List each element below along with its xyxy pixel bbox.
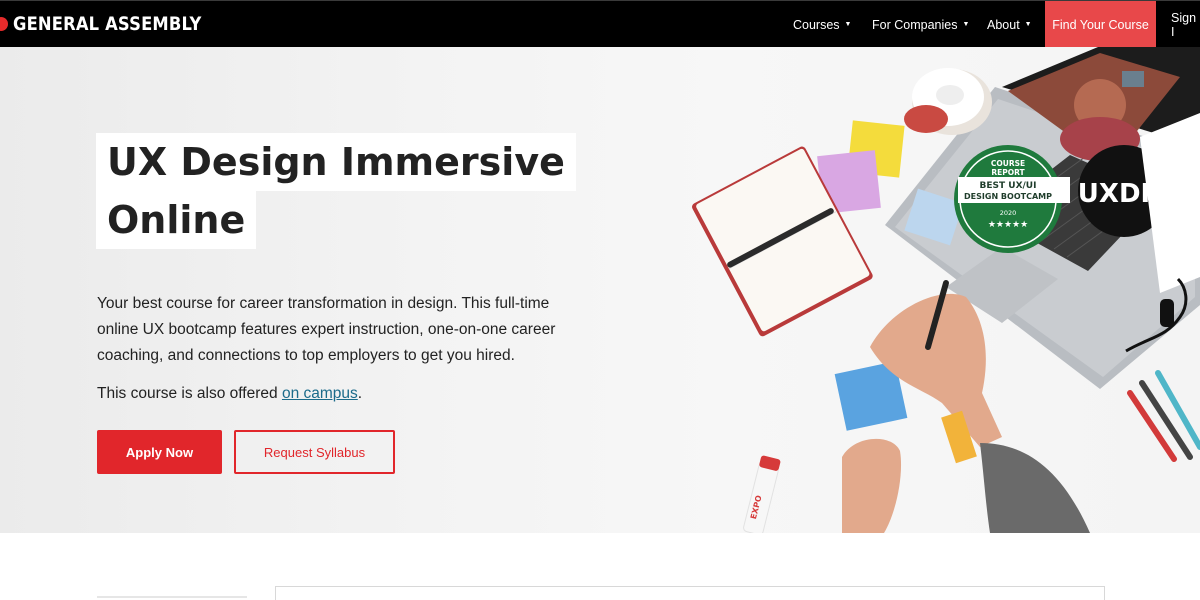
caret-down-icon: ▼ — [1024, 21, 1032, 28]
logo[interactable]: GENERAL ASSEMBLY — [0, 13, 232, 35]
on-campus-link[interactable]: on campus — [282, 385, 358, 402]
badge-top2-text: REPORT — [991, 168, 1025, 177]
content-card — [275, 586, 1105, 600]
top-navbar: GENERAL ASSEMBLY Courses ▼ For Companies ▼… — [0, 0, 1200, 48]
logo-text: GENERAL ASSEMBLY — [13, 13, 202, 35]
earphone-remote — [1160, 299, 1174, 327]
nav-item-label: Courses — [793, 17, 840, 32]
apply-now-button[interactable]: Apply Now — [97, 430, 222, 474]
caret-down-icon: ▼ — [844, 21, 852, 28]
hero-description: Your best course for career transformati… — [97, 295, 556, 364]
nav-item-about[interactable]: About ▼ — [987, 1, 1032, 48]
campus-note: This course is also offered on campus. — [97, 385, 362, 403]
hero-desk-image: COURSE REPORT BEST UX/UI DESIGN BOOTCAMP… — [692, 47, 1200, 533]
badge-ribbon-line2: DESIGN BOOTCAMP — [964, 192, 1052, 201]
hero-title-line2: Online — [96, 191, 257, 249]
badge-top-text: COURSE — [991, 159, 1025, 168]
coffee-cup-illustration — [904, 68, 992, 135]
nav-item-for-companies[interactable]: For Companies ▼ — [872, 1, 969, 48]
find-your-course-button[interactable]: Find Your Course — [1045, 1, 1156, 48]
campus-prefix: This course is also offered — [97, 385, 282, 402]
section-divider — [97, 596, 247, 598]
campus-suffix: . — [357, 385, 363, 402]
hero-title-line1: UX Design Immersive — [96, 133, 576, 191]
sign-in-link[interactable]: Sign I — [1171, 1, 1200, 48]
nav-item-label: For Companies — [872, 17, 958, 32]
marker-illustration: EXPO — [743, 455, 781, 533]
hero-section: COURSE REPORT BEST UX/UI DESIGN BOOTCAMP… — [0, 47, 1200, 533]
logo-mark-icon — [0, 17, 8, 31]
caret-down-icon: ▼ — [962, 21, 970, 28]
badge-stars-text: ★★★★★ — [988, 220, 1028, 230]
nav-item-label: About — [987, 17, 1020, 32]
request-syllabus-button[interactable]: Request Syllabus — [234, 430, 395, 474]
badge-ribbon-line1: BEST UX/UI — [980, 181, 1037, 191]
nav-item-courses[interactable]: Courses ▼ — [793, 1, 851, 48]
badge-year-text: 2020 — [1000, 209, 1017, 217]
